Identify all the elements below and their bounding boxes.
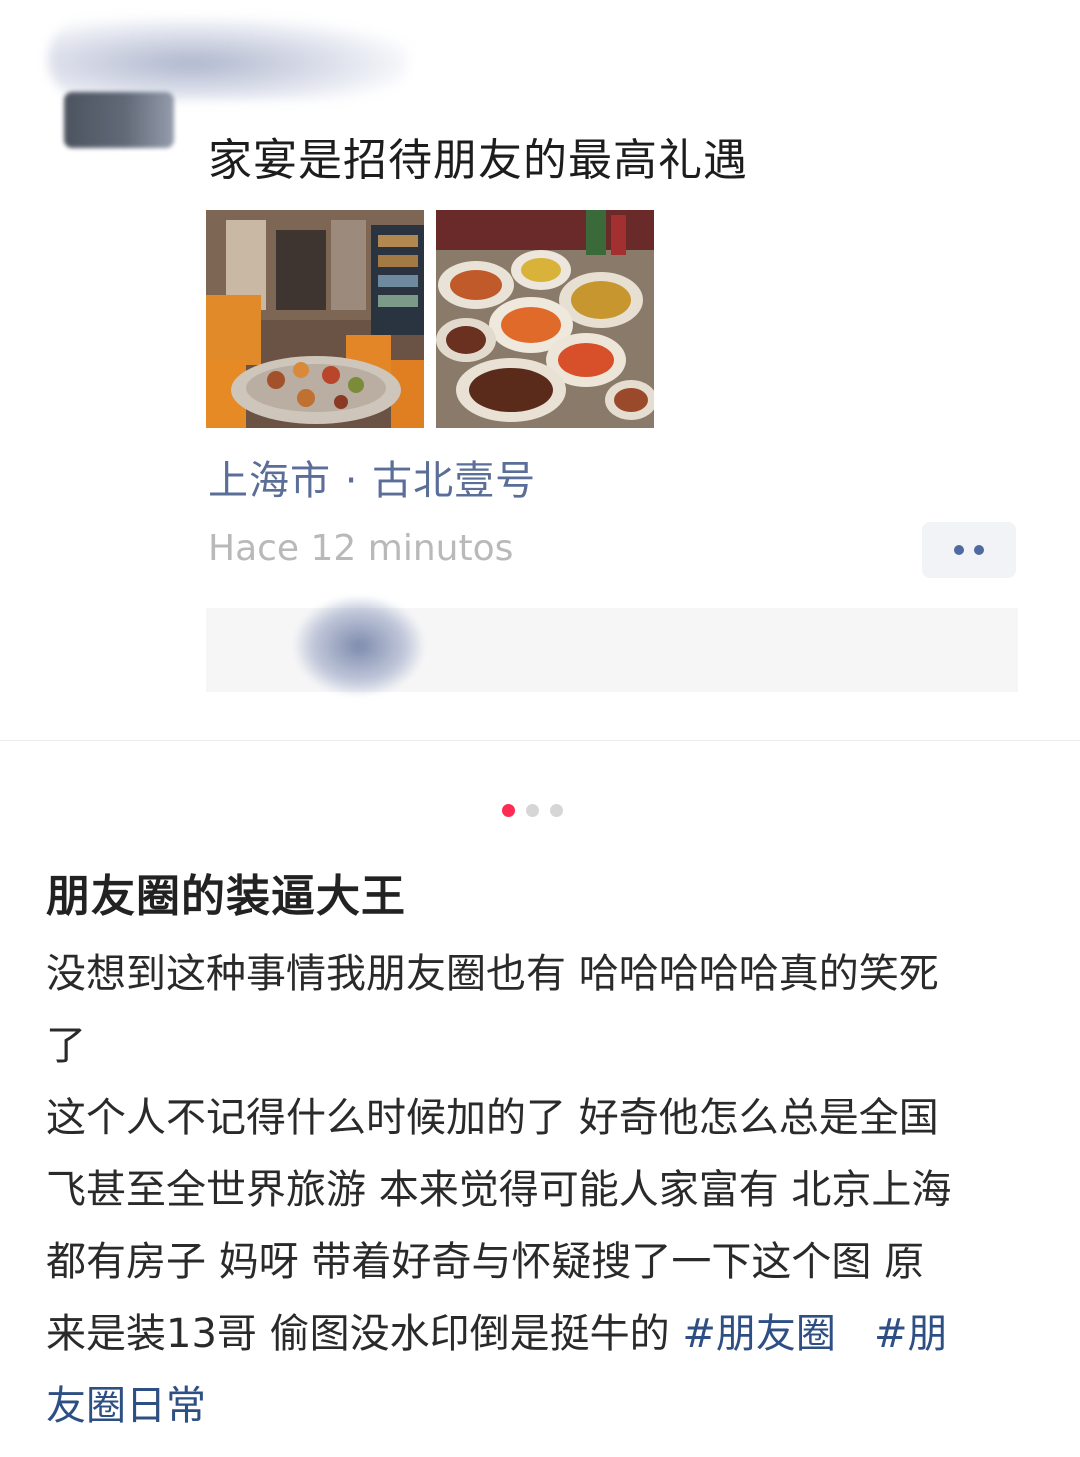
article-body: 没想到这种事情我朋友圈也有 哈哈哈哈哈真的笑死 了 这个人不记得什么时候加的了 …: [46, 938, 1036, 1442]
blurred-comment: [294, 596, 424, 696]
ellipsis-icon: [954, 545, 964, 555]
pager-indicator: [502, 804, 563, 817]
hashtag-link[interactable]: #朋: [874, 1311, 948, 1357]
body-text: 来是装13哥 偷图没水印倒是挺牛的: [46, 1311, 683, 1357]
body-line: 这个人不记得什么时候加的了 好奇他怎么总是全国: [46, 1095, 939, 1141]
body-line: 飞甚至全世界旅游 本来觉得可能人家富有 北京上海: [46, 1167, 952, 1213]
body-line-with-hashtags: 来是装13哥 偷图没水印倒是挺牛的 #朋友圈 #朋: [46, 1298, 1036, 1370]
article-title: 朋友圈的装逼大王: [46, 871, 406, 922]
pager-dot-active: [502, 804, 515, 817]
avatar[interactable]: [64, 92, 174, 148]
location-link[interactable]: 上海市 · 古北壹号: [208, 448, 536, 506]
moment-post: 家宴是招待朋友的最高礼遇 上海市 · 古北壹号 Hace 12 minutos: [0, 0, 1080, 740]
hashtag-link[interactable]: #朋友圈: [682, 1311, 836, 1357]
post-timestamp: Hace 12 minutos: [208, 528, 514, 569]
blurred-username: [48, 18, 408, 100]
hashtag-link-continued[interactable]: 友圈日常: [46, 1383, 206, 1429]
more-actions-button[interactable]: [922, 522, 1016, 578]
hashtag-spacer: [836, 1311, 874, 1357]
ellipsis-icon-dot: [974, 545, 984, 555]
post-photo-dishes[interactable]: [436, 210, 654, 428]
body-line: 友圈日常: [46, 1370, 1036, 1442]
post-photo-restaurant[interactable]: [206, 210, 424, 428]
body-line: 没想到这种事情我朋友圈也有 哈哈哈哈哈真的笑死: [46, 951, 939, 997]
body-line: 了: [46, 1023, 86, 1069]
pager-dot: [526, 804, 539, 817]
restaurant-interior-photo-icon: [206, 210, 424, 428]
post-text: 家宴是招待朋友的最高礼遇: [208, 135, 748, 186]
pager-dot: [550, 804, 563, 817]
divider: [0, 740, 1080, 741]
banquet-dishes-photo-icon: [436, 210, 654, 428]
body-line: 都有房子 妈呀 带着好奇与怀疑搜了一下这个图 原: [46, 1239, 925, 1285]
